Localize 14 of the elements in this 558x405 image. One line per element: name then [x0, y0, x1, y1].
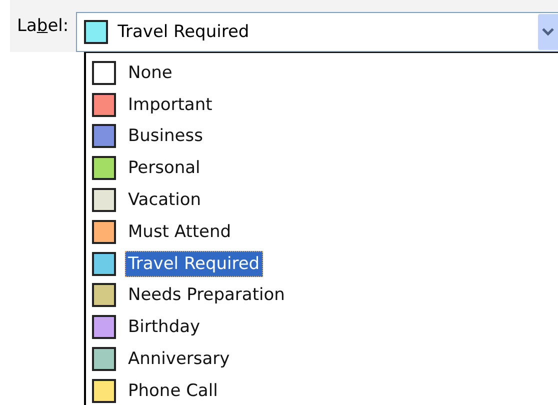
- label-option[interactable]: Must Attend: [86, 216, 558, 248]
- label-option[interactable]: Needs Preparation: [86, 280, 558, 312]
- label-option[interactable]: Phone Call: [86, 374, 558, 405]
- label-option[interactable]: Anniversary: [86, 343, 558, 375]
- label-text: Label:: [17, 16, 69, 36]
- label-option[interactable]: Personal: [86, 152, 558, 184]
- label-option[interactable]: Business: [86, 120, 558, 152]
- label-option[interactable]: None: [86, 57, 558, 89]
- label-option[interactable]: Important: [86, 88, 558, 121]
- caret-icon[interactable]: [538, 14, 558, 50]
- label-option[interactable]: Vacation: [86, 184, 558, 216]
- label-option[interactable]: Birthday: [86, 311, 558, 344]
- label-dropdown[interactable]: Travel Required: [76, 12, 558, 52]
- label-option[interactable]: Travel Required: [86, 248, 558, 280]
